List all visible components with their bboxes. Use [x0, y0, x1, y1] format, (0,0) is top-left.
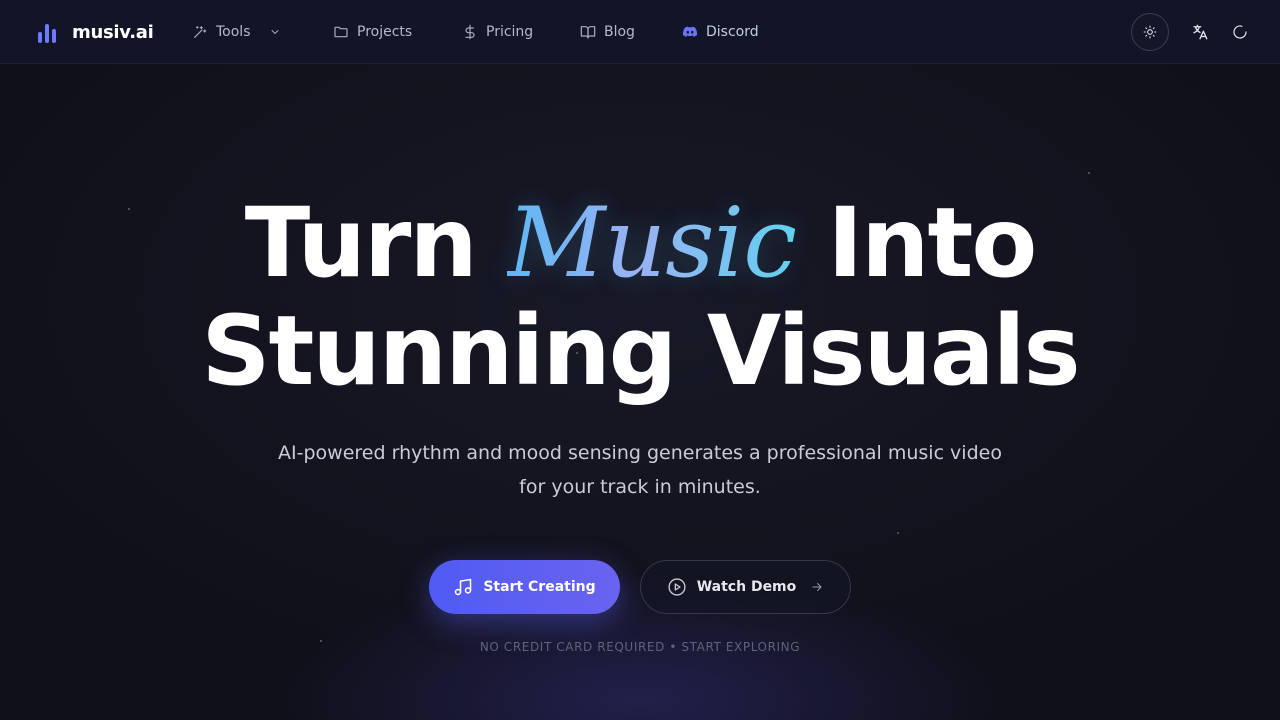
top-navbar: musiv.ai Tools Projects Pricing Blog Dis…	[0, 0, 1280, 64]
hero-title-line-2: Stunning Visuals	[201, 295, 1080, 407]
watch-demo-label: Watch Demo	[696, 579, 797, 595]
loader-icon	[1233, 25, 1247, 39]
brand-name: musiv.ai	[72, 21, 154, 43]
nav-item-label: Discord	[706, 24, 759, 40]
nav-item-blog[interactable]: Blog	[580, 20, 635, 44]
music-note-icon	[455, 578, 472, 596]
hero-subtitle-line: for your track in minutes.	[519, 476, 761, 498]
loading-spinner	[1228, 20, 1252, 44]
language-button[interactable]	[1188, 20, 1212, 44]
nav-item-tools[interactable]: Tools	[192, 20, 281, 44]
brand-logo[interactable]: musiv.ai	[38, 20, 154, 44]
start-creating-button[interactable]: Start Creating	[429, 560, 620, 614]
hero-title-line-1: Turn Music Into	[0, 188, 1280, 298]
play-circle-icon	[668, 578, 686, 596]
discord-icon	[682, 26, 698, 37]
hero-title-part: Turn	[244, 187, 508, 299]
dollar-icon	[465, 24, 475, 40]
hero-footnote: NO CREDIT CARD REQUIRED • START EXPLORIN…	[479, 640, 801, 654]
start-creating-label: Start Creating	[483, 579, 596, 595]
equalizer-logo-icon	[38, 20, 62, 44]
hero-title-part: Into	[795, 187, 1037, 299]
star-decoration	[1088, 172, 1090, 174]
chevron-down-icon	[271, 30, 278, 34]
nav-item-discord[interactable]: Discord	[682, 20, 759, 44]
nav-item-label: Blog	[604, 24, 635, 40]
sun-icon	[1143, 25, 1157, 39]
magic-wand-icon	[194, 26, 207, 38]
nav-item-projects[interactable]: Projects	[333, 20, 412, 44]
arrow-right-icon	[812, 583, 822, 591]
translate-icon	[1193, 24, 1208, 40]
hero-subtitle-line: AI-powered rhythm and mood sensing gener…	[278, 442, 1002, 464]
book-icon	[580, 26, 596, 39]
watch-demo-button[interactable]: Watch Demo	[640, 560, 851, 614]
hero-title-accent: Music	[507, 187, 797, 299]
theme-toggle-button[interactable]	[1131, 13, 1169, 51]
nav-item-pricing[interactable]: Pricing	[462, 20, 533, 44]
hero-subtitle: AI-powered rhythm and mood sensing gener…	[240, 436, 1040, 504]
nav-item-label: Tools	[216, 24, 251, 40]
page: musiv.ai Tools Projects Pricing Blog Dis…	[0, 0, 1280, 720]
nav-item-label: Pricing	[486, 24, 534, 40]
star-decoration	[897, 532, 899, 534]
nav-item-label: Projects	[357, 24, 413, 40]
folder-icon	[334, 26, 348, 38]
